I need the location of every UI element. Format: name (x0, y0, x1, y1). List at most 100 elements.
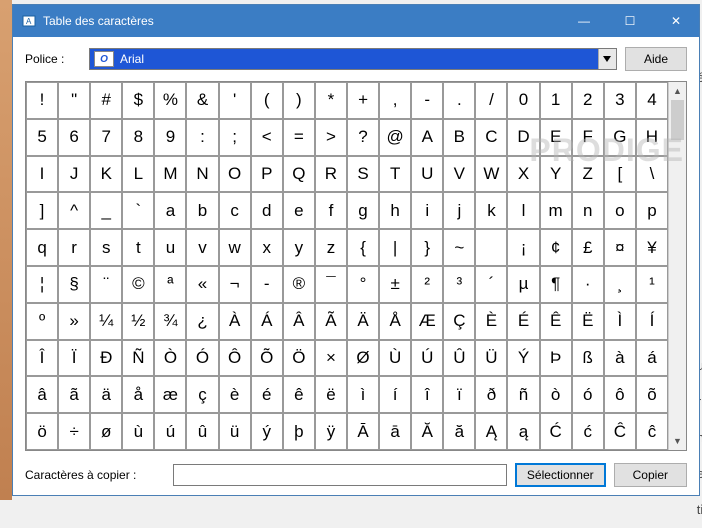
character-cell[interactable]: t (122, 229, 154, 266)
character-cell[interactable]: ø (90, 413, 122, 450)
character-cell[interactable]: ¯ (315, 266, 347, 303)
character-cell[interactable]: F (572, 119, 604, 156)
character-cell[interactable]: 5 (26, 119, 58, 156)
character-cell[interactable]: D (507, 119, 539, 156)
character-cell[interactable]: 7 (90, 119, 122, 156)
character-cell[interactable]: * (315, 82, 347, 119)
character-cell[interactable]: Ì (604, 303, 636, 340)
character-cell[interactable]: ^ (58, 192, 90, 229)
character-cell[interactable]: z (315, 229, 347, 266)
character-cell[interactable]: 4 (636, 82, 668, 119)
character-cell[interactable]: ā (379, 413, 411, 450)
character-cell[interactable]: º (26, 303, 58, 340)
character-cell[interactable]: ¢ (540, 229, 572, 266)
character-cell[interactable]: R (315, 156, 347, 193)
character-cell[interactable]: ] (26, 192, 58, 229)
character-cell[interactable]: É (507, 303, 539, 340)
character-cell[interactable]: Ĉ (604, 413, 636, 450)
character-cell[interactable]: b (186, 192, 218, 229)
character-cell[interactable]: N (186, 156, 218, 193)
character-cell[interactable]: 6 (58, 119, 90, 156)
character-cell[interactable]: þ (283, 413, 315, 450)
character-cell[interactable]: ` (122, 192, 154, 229)
character-cell[interactable]: } (411, 229, 443, 266)
character-cell[interactable]: x (251, 229, 283, 266)
character-cell[interactable]: Â (283, 303, 315, 340)
character-cell[interactable]: l (507, 192, 539, 229)
character-cell[interactable]: Ä (347, 303, 379, 340)
character-cell[interactable]: ± (379, 266, 411, 303)
close-button[interactable]: ✕ (653, 5, 699, 37)
character-cell[interactable]: â (26, 376, 58, 413)
character-cell[interactable]: ô (604, 376, 636, 413)
character-cell[interactable]: ª (154, 266, 186, 303)
minimize-button[interactable]: — (561, 5, 607, 37)
character-cell[interactable]: o (604, 192, 636, 229)
character-cell[interactable]: ĉ (636, 413, 668, 450)
character-cell[interactable]: H (636, 119, 668, 156)
character-cell[interactable]: Ü (475, 340, 507, 377)
character-cell[interactable]: ã (58, 376, 90, 413)
character-cell[interactable]: á (636, 340, 668, 377)
character-cell[interactable]: ³ (443, 266, 475, 303)
character-cell[interactable]: Ò (154, 340, 186, 377)
character-cell[interactable]: j (443, 192, 475, 229)
character-cell[interactable]: K (90, 156, 122, 193)
character-cell[interactable]: ö (26, 413, 58, 450)
character-cell[interactable]: c (219, 192, 251, 229)
character-cell[interactable]: / (475, 82, 507, 119)
character-cell[interactable]: ¬ (219, 266, 251, 303)
character-cell[interactable]: è (219, 376, 251, 413)
character-cell[interactable]: ° (347, 266, 379, 303)
character-cell[interactable]: q (26, 229, 58, 266)
character-cell[interactable]: Î (26, 340, 58, 377)
character-cell[interactable]: $ (122, 82, 154, 119)
character-cell[interactable]: ¡ (507, 229, 539, 266)
character-cell[interactable]: £ (572, 229, 604, 266)
character-cell[interactable]: Ç (443, 303, 475, 340)
character-cell[interactable]: . (443, 82, 475, 119)
character-cell[interactable]: J (58, 156, 90, 193)
character-cell[interactable]: A (411, 119, 443, 156)
character-cell[interactable]: < (251, 119, 283, 156)
character-cell[interactable]: - (251, 266, 283, 303)
character-cell[interactable]: » (58, 303, 90, 340)
character-cell[interactable]: + (347, 82, 379, 119)
character-cell[interactable]: d (251, 192, 283, 229)
character-cell[interactable]: ü (219, 413, 251, 450)
character-cell[interactable]: ¿ (186, 303, 218, 340)
character-cell[interactable]: Y (540, 156, 572, 193)
character-cell[interactable]: 1 (540, 82, 572, 119)
character-cell[interactable]: O (219, 156, 251, 193)
character-cell[interactable]: y (283, 229, 315, 266)
character-cell[interactable]: Ñ (122, 340, 154, 377)
character-cell[interactable]: Ù (379, 340, 411, 377)
character-cell[interactable]: Ø (347, 340, 379, 377)
character-cell[interactable]: p (636, 192, 668, 229)
character-cell[interactable]: ² (411, 266, 443, 303)
character-cell[interactable]: > (315, 119, 347, 156)
character-cell[interactable]: ù (122, 413, 154, 450)
character-cell[interactable]: = (283, 119, 315, 156)
character-cell[interactable]: C (475, 119, 507, 156)
help-button[interactable]: Aide (625, 47, 687, 71)
character-cell[interactable]: S (347, 156, 379, 193)
character-cell[interactable]: ć (572, 413, 604, 450)
character-cell[interactable]: í (379, 376, 411, 413)
character-cell[interactable]: Ã (315, 303, 347, 340)
copy-input[interactable] (173, 464, 507, 486)
character-cell[interactable]: & (186, 82, 218, 119)
character-cell[interactable]: s (90, 229, 122, 266)
character-cell[interactable]: ¾ (154, 303, 186, 340)
select-button[interactable]: Sélectionner (515, 463, 606, 487)
character-cell[interactable]: ? (347, 119, 379, 156)
character-cell[interactable]: I (26, 156, 58, 193)
character-cell[interactable]: « (186, 266, 218, 303)
character-cell[interactable]: 9 (154, 119, 186, 156)
character-cell[interactable]: r (58, 229, 90, 266)
character-cell[interactable]: Ö (283, 340, 315, 377)
character-cell[interactable]: Ą (475, 413, 507, 450)
character-cell[interactable]: × (315, 340, 347, 377)
maximize-button[interactable]: ☐ (607, 5, 653, 37)
character-cell[interactable]: X (507, 156, 539, 193)
